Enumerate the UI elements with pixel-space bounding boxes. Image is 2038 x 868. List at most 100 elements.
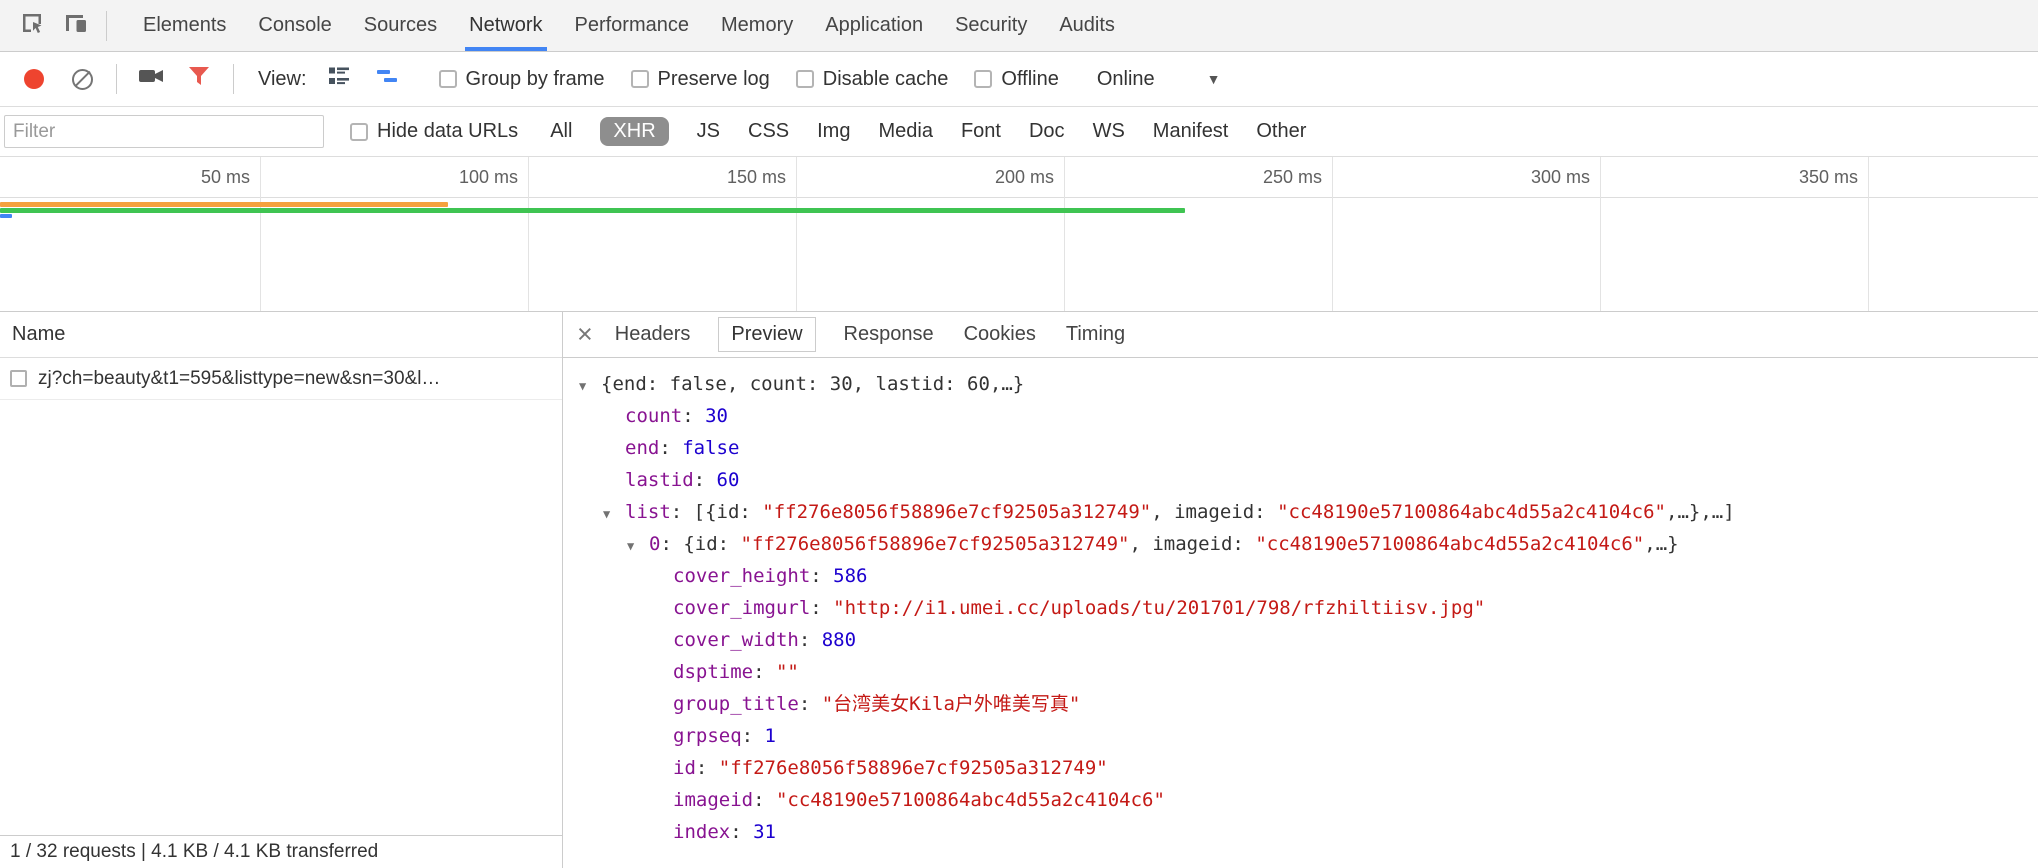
request-row[interactable]: zj?ch=beauty&t1=595&listtype=new&sn=30&l… [0, 358, 562, 400]
tree-row[interactable]: cover_width: 880 [579, 624, 2038, 656]
json-plain: : [742, 725, 765, 747]
timeline-tick-label: 200 ms [914, 165, 1054, 189]
tab-application[interactable]: Application [821, 0, 927, 51]
expander-triangle-icon[interactable]: ▼ [579, 370, 601, 402]
json-string: "ff276e8056f58896e7cf92505a312749" [762, 501, 1151, 523]
tree-row[interactable]: grpseq: 1 [579, 720, 2038, 752]
checkbox-group-by-frame[interactable]: Group by frame [439, 68, 605, 91]
filter-type-ws[interactable]: WS [1093, 120, 1125, 143]
tree-row[interactable]: lastid: 60 [579, 464, 2038, 496]
tree-row[interactable]: imageid: "cc48190e57100864abc4d55a2c4104… [579, 784, 2038, 816]
tab-memory[interactable]: Memory [717, 0, 797, 51]
json-plain: : [810, 597, 833, 619]
filter-type-all[interactable]: All [550, 120, 572, 143]
tab-performance[interactable]: Performance [571, 0, 694, 51]
hide-data-urls-checkbox[interactable]: Hide data URLs [350, 120, 518, 143]
json-key: imageid [673, 789, 753, 811]
list-rows-icon [326, 63, 352, 95]
timeline-tick-label: 50 ms [110, 165, 250, 189]
throttling-value: Online [1097, 68, 1155, 91]
separator [106, 11, 107, 41]
json-plain: : [799, 629, 822, 651]
filter-type-doc[interactable]: Doc [1029, 120, 1065, 143]
filter-bar: Hide data URLs All XHR JS CSS Img Media Font Do… [0, 107, 2038, 157]
throttling-select[interactable]: Online ▼ [1097, 68, 1221, 91]
timeline-gridline [1868, 157, 1869, 311]
checkbox-label: Disable cache [823, 68, 949, 91]
expander-triangle-icon[interactable]: ▼ [603, 498, 625, 530]
json-key: list [625, 501, 671, 523]
details-tab-response[interactable]: Response [842, 318, 936, 351]
name-column-header[interactable]: Name [0, 312, 562, 358]
tree-row[interactable]: ▼0: {id: "ff276e8056f58896e7cf92505a3127… [579, 528, 2038, 560]
filter-type-img[interactable]: Img [817, 120, 850, 143]
details-tabbar: × Headers Preview Response Cookies Timing [563, 312, 2038, 358]
tree-row[interactable]: count: 30 [579, 400, 2038, 432]
json-string: "" [776, 661, 799, 683]
json-plain: : {id: [660, 533, 740, 555]
json-string: "http://i1.umei.cc/uploads/tu/201701/798… [833, 597, 1485, 619]
request-list-empty-space [0, 400, 562, 835]
filter-type-other[interactable]: Other [1256, 120, 1306, 143]
tab-sources[interactable]: Sources [360, 0, 441, 51]
tab-audits[interactable]: Audits [1055, 0, 1119, 51]
tab-security[interactable]: Security [951, 0, 1031, 51]
filter-type-xhr[interactable]: XHR [600, 117, 668, 146]
preview-json-tree: ▼{end: false, count: 30, lastid: 60,…}co… [563, 358, 2038, 868]
clear-button[interactable] [60, 58, 104, 100]
checkbox-offline[interactable]: Offline [974, 68, 1058, 91]
filter-button[interactable] [177, 58, 221, 100]
tab-elements[interactable]: Elements [139, 0, 230, 51]
timeline-tick-label: 350 ms [1718, 165, 1858, 189]
checkbox-label: Offline [1001, 68, 1058, 91]
json-plain: : [730, 821, 753, 843]
json-key: lastid [625, 469, 694, 491]
tree-row[interactable]: group_title: "台湾美女Kila户外唯美写真" [579, 688, 2038, 720]
status-bar: 1 / 32 requests | 4.1 KB / 4.1 KB transf… [0, 835, 562, 868]
timeline-gridline [1332, 157, 1333, 311]
filter-type-font[interactable]: Font [961, 120, 1001, 143]
device-toolbar-button[interactable] [54, 5, 98, 47]
details-tab-headers[interactable]: Headers [613, 318, 693, 351]
resource-type-filters: All XHR JS CSS Img Media Font Doc WS Manifest Othe… [550, 117, 1306, 146]
tree-row[interactable]: id: "ff276e8056f58896e7cf92505a312749" [579, 752, 2038, 784]
tree-row[interactable]: dsptime: "" [579, 656, 2038, 688]
filter-type-js[interactable]: JS [697, 120, 720, 143]
details-tab-cookies[interactable]: Cookies [962, 318, 1038, 351]
json-string: "cc48190e57100864abc4d55a2c4104c6" [1255, 533, 1644, 555]
checkbox-preserve-log[interactable]: Preserve log [631, 68, 770, 91]
overview-bar-orange [0, 202, 448, 207]
tree-row[interactable]: index: 31 [579, 816, 2038, 848]
json-key: cover_width [673, 629, 799, 651]
tab-network[interactable]: Network [465, 0, 546, 51]
overview-bars-icon [374, 63, 400, 95]
json-plain: : [694, 469, 717, 491]
expander-triangle-icon[interactable]: ▼ [627, 530, 649, 562]
filter-input[interactable] [4, 115, 324, 148]
json-key: cover_height [673, 565, 810, 587]
json-number: 31 [753, 821, 776, 843]
record-button[interactable] [12, 58, 56, 100]
tree-row[interactable]: cover_imgurl: "http://i1.umei.cc/uploads… [579, 592, 2038, 624]
tab-console[interactable]: Console [254, 0, 335, 51]
json-plain: : [753, 661, 776, 683]
details-tab-timing[interactable]: Timing [1064, 318, 1127, 351]
filter-type-media[interactable]: Media [878, 120, 932, 143]
request-list-pane: Name zj?ch=beauty&t1=595&listtype=new&sn… [0, 312, 563, 868]
large-request-rows-button[interactable] [317, 58, 361, 100]
tree-row[interactable]: ▼list: [{id: "ff276e8056f58896e7cf92505a… [579, 496, 2038, 528]
close-details-icon[interactable]: × [577, 321, 593, 348]
json-plain: : [753, 789, 776, 811]
capture-screenshots-button[interactable] [129, 58, 173, 100]
tree-row[interactable]: end: false [579, 432, 2038, 464]
filter-type-css[interactable]: CSS [748, 120, 789, 143]
checkbox-disable-cache[interactable]: Disable cache [796, 68, 949, 91]
json-number: 30 [705, 405, 728, 427]
details-tab-preview[interactable]: Preview [718, 317, 815, 352]
tree-row[interactable]: cover_height: 586 [579, 560, 2038, 592]
show-overview-button[interactable] [365, 58, 409, 100]
inspect-element-button[interactable] [10, 5, 54, 47]
filter-type-manifest[interactable]: Manifest [1153, 120, 1229, 143]
timeline-overview[interactable]: 50 ms100 ms150 ms200 ms250 ms300 ms350 m… [0, 157, 2038, 312]
tree-row[interactable]: ▼{end: false, count: 30, lastid: 60,…} [579, 368, 2038, 400]
